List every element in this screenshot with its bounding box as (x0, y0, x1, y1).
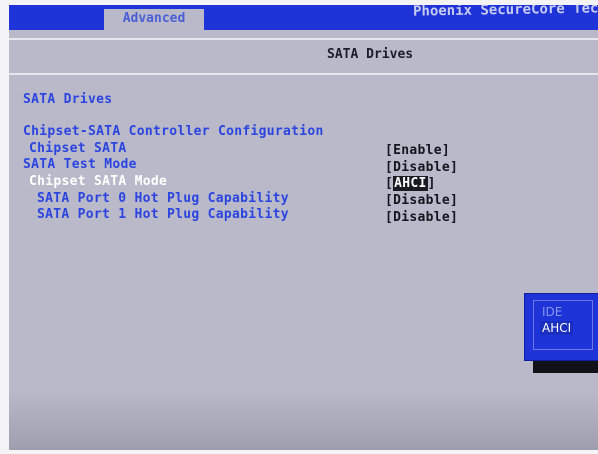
setting-sata-test-mode-label[interactable]: SATA Test Mode (23, 157, 137, 172)
setting-chipset-sata-mode-label[interactable]: Chipset SATA Mode (29, 174, 167, 189)
option-popup: IDE AHCI (524, 293, 598, 361)
group-title: Chipset-SATA Controller Configuration (23, 124, 324, 139)
page-title: SATA Drives (327, 47, 414, 62)
selected-value: AHCI (393, 176, 428, 191)
popup-frame: IDE AHCI (533, 300, 593, 350)
setting-sata-test-mode-value[interactable]: [Disable] (385, 160, 458, 175)
divider-top (9, 38, 598, 40)
help-area (9, 390, 598, 450)
setting-port1-hotplug-value[interactable]: [Disable] (385, 210, 458, 225)
setting-chipset-sata-label[interactable]: Chipset SATA (29, 141, 127, 156)
setting-port0-hotplug-value[interactable]: [Disable] (385, 193, 458, 208)
tab-advanced[interactable]: Advanced (104, 9, 204, 30)
bracket-close: ] (427, 176, 436, 191)
brand-label: Phoenix SecureCore Tec (412, 5, 598, 20)
setting-port0-hotplug-label[interactable]: SATA Port 0 Hot Plug Capability (37, 191, 289, 206)
bracket-open: [ (385, 176, 394, 191)
menu-bar: Advanced Phoenix SecureCore Tec (9, 5, 598, 30)
setting-port1-hotplug-label[interactable]: SATA Port 1 Hot Plug Capability (37, 207, 289, 222)
option-ahci[interactable]: AHCI (540, 321, 574, 335)
section-title: SATA Drives (23, 92, 113, 107)
setting-chipset-sata-value[interactable]: [Enable] (385, 143, 450, 158)
bios-screen: Advanced Phoenix SecureCore Tec SATA Dri… (9, 5, 598, 450)
popup-shadow (533, 359, 598, 373)
divider-header (9, 73, 598, 75)
option-ide[interactable]: IDE (542, 305, 562, 319)
setting-chipset-sata-mode-value[interactable]: [AHCI] (385, 176, 436, 191)
